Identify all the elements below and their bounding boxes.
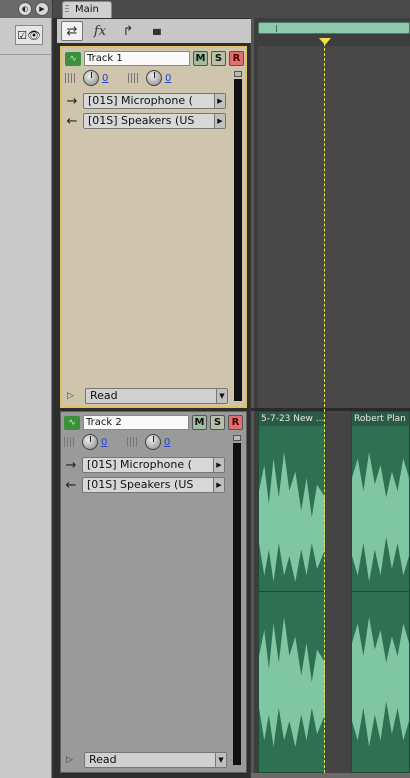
pan-value[interactable]: 0: [164, 437, 186, 448]
volume-value[interactable]: 0: [101, 437, 123, 448]
clip-title: Robert Plan: [352, 412, 409, 426]
io-routing-icon[interactable]: ⇄: [61, 21, 83, 41]
automation-mode-label: Read: [89, 753, 117, 766]
input-select[interactable]: [01S] Microphone ( ▶: [82, 457, 225, 473]
record-arm-button[interactable]: R: [229, 51, 244, 66]
playhead-marker-icon[interactable]: [319, 38, 331, 45]
mute-button[interactable]: M: [193, 51, 208, 66]
input-select-label: [01S] Microphone (: [87, 458, 192, 471]
tab-main[interactable]: Main: [62, 1, 112, 19]
chevron-down-icon: ▼: [215, 753, 226, 767]
output-select-label: [01S] Speakers (US: [88, 114, 195, 127]
track-header-2[interactable]: ∿ Track 2 M S R 0 0 → [01S] Microphone (…: [60, 411, 247, 773]
waveform-channel-left: [352, 452, 409, 582]
audio-clip[interactable]: Robert Plan: [351, 411, 410, 773]
output-arrow-icon: ←: [65, 477, 77, 493]
sends-icon[interactable]: ↱: [117, 21, 139, 41]
waveform-track-icon: ∿: [65, 51, 81, 66]
pan-knob[interactable]: [145, 434, 161, 450]
waveform-channel-right: [259, 617, 325, 747]
chevron-down-icon: ▼: [216, 389, 227, 403]
volume-knob[interactable]: [82, 434, 98, 450]
track-toolbar: ⇄ fx ↱ ▮▮▮: [57, 19, 251, 43]
chevron-right-icon: ▶: [213, 458, 224, 472]
eq-icon[interactable]: ▮▮▮: [145, 21, 167, 41]
track-header-1[interactable]: ∿ Track 1 M S R 0 0 → [01S] Microphone (…: [60, 46, 247, 408]
clip-title: 5-7-23 New ...: [259, 412, 325, 426]
track-name-field[interactable]: Track 2: [83, 415, 189, 430]
level-meter: [234, 79, 242, 401]
ruler-marker: [276, 25, 277, 32]
fx-icon[interactable]: fx: [89, 21, 111, 41]
automation-mode-label: Read: [90, 389, 118, 402]
output-select-label: [01S] Speakers (US: [87, 478, 194, 491]
track-lane-1[interactable]: [258, 46, 410, 408]
track-visibility-button[interactable]: ☑👁: [15, 25, 43, 45]
meter-clip-indicator[interactable]: [233, 435, 241, 441]
chevron-right-icon: ▶: [214, 114, 225, 128]
panel-expand-icon[interactable]: ▶: [35, 2, 49, 16]
time-ruler[interactable]: [258, 22, 410, 34]
chevron-right-icon: ▶: [214, 94, 225, 108]
output-select[interactable]: [01S] Speakers (US ▶: [82, 477, 225, 493]
pan-knob[interactable]: [146, 70, 162, 86]
record-arm-button[interactable]: R: [228, 415, 243, 430]
input-select[interactable]: [01S] Microphone ( ▶: [83, 93, 226, 109]
solo-button[interactable]: S: [210, 415, 225, 430]
waveform-track-icon: ∿: [64, 415, 80, 430]
pan-icon: [127, 437, 141, 447]
input-select-label: [01S] Microphone (: [88, 94, 193, 107]
tab-grip-icon: [65, 5, 69, 13]
timeline-scrollbar[interactable]: [251, 773, 410, 778]
expand-triangle-icon[interactable]: ▷: [66, 755, 76, 765]
left-panel-divider: [0, 54, 52, 55]
panel-menu-icon[interactable]: ◐: [18, 2, 32, 16]
visibility-eye-icon: ☑👁: [17, 28, 41, 42]
expand-triangle-icon[interactable]: ▷: [67, 391, 77, 401]
chevron-right-icon: ▶: [213, 478, 224, 492]
channel-divider: [352, 591, 409, 592]
waveform-channel-left: [259, 452, 325, 582]
input-arrow-icon: →: [65, 457, 77, 473]
automation-mode-select[interactable]: Read ▼: [85, 388, 228, 404]
volume-icon: [65, 73, 79, 83]
channel-divider: [259, 591, 325, 592]
waveform-channel-right: [352, 617, 409, 747]
output-select[interactable]: [01S] Speakers (US ▶: [83, 113, 226, 129]
volume-icon: [64, 437, 78, 447]
automation-mode-select[interactable]: Read ▼: [84, 752, 227, 768]
meter-clip-indicator[interactable]: [234, 71, 242, 77]
pan-icon: [128, 73, 142, 83]
mute-button[interactable]: M: [192, 415, 207, 430]
tab-main-label: Main: [75, 4, 99, 15]
volume-value[interactable]: 0: [102, 73, 124, 84]
track-name-field[interactable]: Track 1: [84, 51, 190, 66]
volume-knob[interactable]: [83, 70, 99, 86]
audio-clip[interactable]: 5-7-23 New ...: [258, 411, 326, 773]
playhead-line[interactable]: [324, 38, 325, 778]
left-panel: [0, 0, 52, 778]
level-meter: [233, 443, 241, 765]
solo-button[interactable]: S: [211, 51, 226, 66]
output-arrow-icon: ←: [66, 113, 78, 129]
pan-value[interactable]: 0: [165, 73, 187, 84]
input-arrow-icon: →: [66, 93, 78, 109]
